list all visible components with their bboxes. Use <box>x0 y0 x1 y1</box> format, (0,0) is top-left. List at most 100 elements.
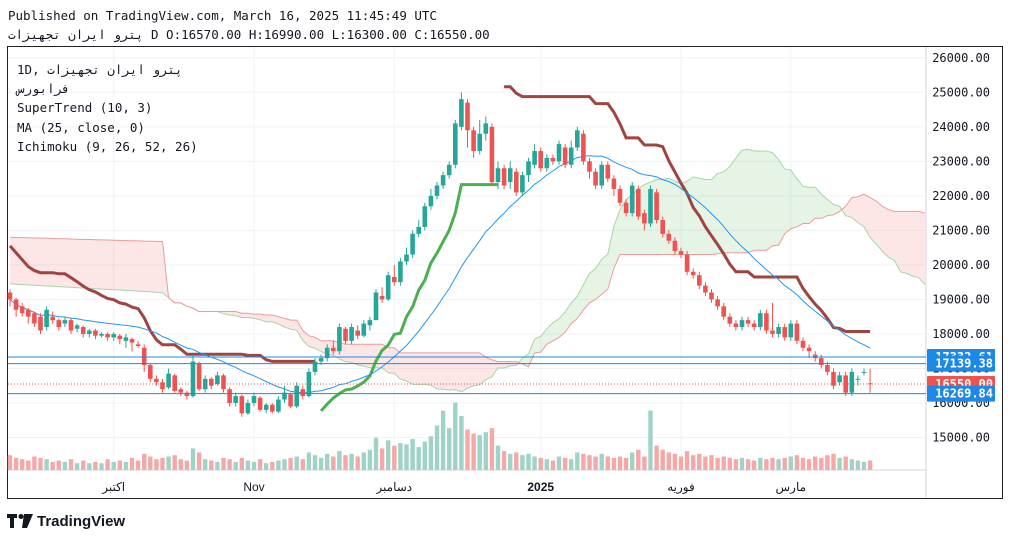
volume-bar <box>276 460 281 470</box>
volume-bar <box>721 456 726 470</box>
candle-body <box>465 102 470 131</box>
volume-bar <box>349 453 354 470</box>
volume-bar <box>306 452 312 470</box>
volume-bar <box>569 459 574 470</box>
candle-body <box>703 285 708 293</box>
legend-ma[interactable]: MA (25, close, 0) <box>17 118 198 137</box>
legend-symbol-row[interactable]: 1D, پترو ایران تجهیزات <box>17 60 198 79</box>
volume-bar <box>770 457 775 470</box>
candle-body <box>331 347 336 352</box>
candle-body <box>172 375 177 391</box>
candle-body <box>794 323 800 341</box>
candle-body <box>385 275 391 300</box>
volume-bar <box>227 459 232 470</box>
candle-body <box>837 375 842 383</box>
time-tick-label: Nov <box>243 480 264 494</box>
volume-bar <box>538 457 543 470</box>
volume-bar <box>593 456 598 470</box>
candle-body <box>80 327 86 334</box>
candle-body <box>160 382 165 390</box>
cloud-segment <box>83 239 90 289</box>
volume-bar <box>190 448 196 470</box>
legend-ichimoku[interactable]: Ichimoku (9, 26, 52, 26) <box>17 137 198 156</box>
candle-body <box>111 333 116 338</box>
volume-bar <box>575 452 580 470</box>
volume-bar <box>74 463 80 470</box>
candle-body <box>782 327 787 338</box>
cloud-segment <box>16 237 23 285</box>
volume-bar <box>599 453 604 470</box>
cloud-segment <box>857 194 864 227</box>
legend-supertrend[interactable]: SuperTrend (10, 3) <box>17 98 198 117</box>
candle-body <box>581 133 586 162</box>
candle-body <box>697 275 702 286</box>
volume-bar <box>562 457 568 470</box>
volume-bar <box>861 461 867 470</box>
volume-bar <box>556 456 562 470</box>
volume-bar <box>745 459 751 470</box>
cloud-segment <box>388 347 395 374</box>
candle-body <box>343 328 348 341</box>
candle-body <box>642 213 647 224</box>
candle-body <box>855 378 861 380</box>
volume-bar <box>544 459 549 470</box>
volume-bar <box>581 453 586 470</box>
candle-body <box>428 195 434 207</box>
candle-body <box>26 309 31 317</box>
volume-bar <box>135 460 141 470</box>
candle-body <box>629 185 635 214</box>
candle-body <box>379 295 385 300</box>
volume-bar <box>68 459 74 470</box>
candle-body <box>867 383 873 385</box>
cloud-segment <box>729 157 736 253</box>
volume-bar <box>99 463 104 470</box>
candle-body <box>587 161 592 172</box>
cloud-segment <box>418 352 425 385</box>
candle-body <box>19 306 25 314</box>
price-tick-label: 26000.00 <box>932 51 990 65</box>
candle-body <box>50 316 55 321</box>
candle-body <box>636 188 641 217</box>
candle-body <box>532 150 537 165</box>
cloud-segment <box>687 176 694 255</box>
cloud-segment <box>107 240 114 290</box>
volume-bar <box>367 449 373 470</box>
volume-bar <box>837 457 842 470</box>
cloud-segment <box>357 344 364 367</box>
cloud-segment <box>900 211 907 274</box>
candle-body <box>861 371 867 373</box>
cloud-segment <box>101 239 108 290</box>
volume-bar <box>154 459 159 470</box>
candle-body <box>257 397 263 410</box>
cloud-segment <box>95 239 102 290</box>
candle-body <box>318 358 324 362</box>
volume-bar <box>184 460 190 470</box>
price-tick-label: 20000.00 <box>932 258 990 272</box>
tradingview-logo[interactable]: TradingView <box>7 512 125 530</box>
cloud-segment <box>351 344 358 366</box>
volume-bar <box>7 455 13 470</box>
volume-bar <box>611 457 617 470</box>
volume-bar <box>794 455 800 470</box>
candle-body <box>178 389 184 393</box>
cloud-segment <box>241 313 248 318</box>
candle-body <box>361 323 367 336</box>
volume-bar <box>233 461 238 470</box>
volume-bar <box>343 455 348 470</box>
volume-bar <box>660 449 665 470</box>
volume-bar <box>416 447 421 470</box>
candle-body <box>239 396 245 414</box>
candle-body <box>392 276 397 283</box>
volume-bar <box>386 440 391 470</box>
candle-body <box>776 327 781 334</box>
volume-bar <box>337 451 342 470</box>
cloud-segment <box>528 339 535 367</box>
volume-bar <box>13 457 19 470</box>
volume-bar <box>392 445 397 470</box>
candle-body <box>758 313 763 328</box>
volume-bar <box>800 457 806 470</box>
volume-bar <box>373 437 379 470</box>
volume-bar <box>215 461 220 470</box>
candle-body <box>715 299 720 307</box>
price-tag-label: 16269.84 <box>935 387 993 401</box>
